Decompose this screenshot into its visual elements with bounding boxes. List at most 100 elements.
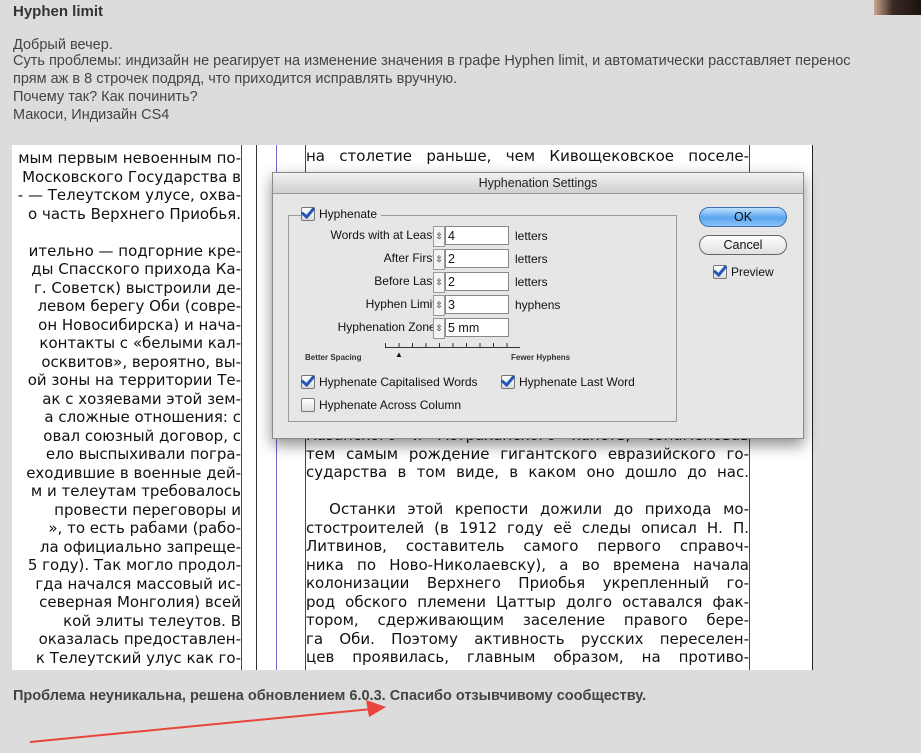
- unit-label: hyphens: [515, 298, 561, 312]
- text-line: цев проявилась, главным образом, на прот…: [306, 648, 749, 666]
- hyphenate-last-word-checkbox[interactable]: Hyphenate Last Word: [501, 375, 635, 389]
- checkbox-checked-icon: [713, 265, 727, 279]
- unit-label: letters: [515, 275, 548, 289]
- page-edge: [256, 145, 257, 670]
- hyphenation-settings-dialog: Hyphenation Settings Words with at Least…: [272, 172, 804, 439]
- post-text-line: Почему так? Как починить?: [13, 89, 198, 105]
- text-line: [12, 223, 241, 242]
- unit-label: letters: [515, 252, 548, 266]
- hyphenate-across-column-checkbox[interactable]: Hyphenate Across Column: [301, 398, 461, 412]
- post-title: Hyphen limit: [13, 3, 104, 20]
- text-line-content: », то есть рабами (рабо-: [48, 519, 241, 537]
- text-line-content: овал союзный договор, с: [43, 426, 241, 445]
- text-line: еходившие в военные дей-: [12, 464, 241, 483]
- text-line: на столетие раньше, чем Кивощековское по…: [306, 147, 749, 165]
- text-line-content: к Телеутский улус как го-: [35, 648, 241, 667]
- before-last-field[interactable]: 2: [445, 272, 509, 291]
- text-line: ды Спасского прихода Ка-: [12, 260, 241, 279]
- text-line: 5 году). Так могло продол-: [12, 556, 241, 575]
- text-line-content: еходившие в военные дей-: [26, 463, 241, 482]
- text-line: тем самым рождение гигантского евразийск…: [306, 444, 749, 463]
- row-label: Words with at Least:: [330, 228, 440, 242]
- stepper-arrows-icon[interactable]: ⇳: [433, 318, 445, 339]
- checkbox-checked-icon: [301, 207, 315, 221]
- cancel-button[interactable]: Cancel: [699, 235, 787, 255]
- text-line-content: контакты с «белыми кал-: [39, 334, 241, 352]
- text-line-content: ак с хозяевами этой зем-: [42, 389, 241, 408]
- stepper-arrows-icon[interactable]: ⇳: [433, 226, 445, 247]
- text-line: Останки этой крепости дожили до прихода …: [306, 500, 749, 518]
- ok-button[interactable]: OK: [699, 207, 787, 227]
- text-line: ой зоны на территории Те-: [12, 371, 241, 390]
- text-line: стостроителей (в 1912 году её следы опис…: [306, 518, 749, 537]
- text-line-content: ело выспыхивали погра-: [45, 445, 241, 463]
- text-line-content: ды Спасского прихода Ка-: [31, 260, 241, 278]
- spacing-slider-track[interactable]: [385, 343, 520, 348]
- text-line: м и телеутам требовалось: [12, 482, 241, 501]
- hyphenation-zone-field[interactable]: 5 mm: [445, 318, 509, 337]
- text-line: тором, сдерживающим заселение правого бе…: [306, 611, 749, 629]
- text-line-content: г. Советск) выстроили де-: [33, 278, 241, 297]
- text-line: мым первым невоенным по-: [12, 149, 241, 168]
- text-line: ительно — подгорние кре-: [12, 242, 241, 261]
- text-line: осквитов», вероятно, вы-: [12, 353, 241, 372]
- checkbox-checked-icon: [501, 375, 515, 389]
- text-line: левом берегу Оби (совре-: [12, 297, 241, 316]
- red-arrow-annotation: [29, 700, 386, 743]
- words-with-at-least-field[interactable]: 4: [445, 226, 509, 245]
- text-line: ак с хозяевами этой зем-: [12, 390, 241, 409]
- left-text-column: мым первым невоенным по- Московского Госу…: [12, 149, 241, 667]
- text-line-content: ительно — подгорние кре-: [28, 241, 241, 260]
- text-line-content: кой элиты телеутов. В: [63, 611, 241, 630]
- text-line: ело выспыхивали погра-: [12, 445, 241, 464]
- stepper-arrows-icon[interactable]: ⇳: [433, 272, 445, 293]
- checkbox-label: Hyphenate Across Column: [319, 398, 462, 412]
- text-line-content: - — Телеутском улусе, охва-: [17, 186, 241, 204]
- checkbox-label: Hyphenate: [319, 207, 378, 221]
- text-line-content: Московского Государства в: [22, 167, 241, 186]
- text-line-content: северная Монголия) всей: [39, 593, 241, 611]
- row-label: After First:: [383, 251, 439, 265]
- preview-checkbox[interactable]: Preview: [713, 265, 774, 279]
- text-line: га Оби. Поэтому активность русских перес…: [306, 629, 749, 648]
- text-line: провести переговоры и: [12, 501, 241, 520]
- text-line-content: мым первым невоенным по-: [18, 149, 241, 167]
- hyphenate-capitalised-checkbox[interactable]: Hyphenate Capitalised Words: [301, 375, 478, 389]
- slider-thumb-icon[interactable]: ▲: [395, 350, 403, 359]
- checkbox-label: Preview: [731, 265, 774, 279]
- slider-left-label: Better Spacing: [305, 353, 362, 362]
- hyphenate-checkbox[interactable]: Hyphenate: [301, 207, 382, 221]
- text-line: к Телеутский улус как го-: [12, 649, 241, 668]
- text-line-content: осквитов», вероятно, вы-: [41, 352, 241, 371]
- text-line: сударства в том виде, в каком оно дошло …: [306, 463, 749, 481]
- text-line: северная Монголия) всей: [12, 593, 241, 612]
- stepper-arrows-icon[interactable]: ⇳: [433, 249, 445, 270]
- text-line: оказалась предоставлен-: [12, 630, 241, 649]
- post-text-line: Макоси, Индизайн CS4: [13, 107, 170, 123]
- hyphen-limit-field[interactable]: 3: [445, 295, 509, 314]
- unit-label: letters: [515, 229, 548, 243]
- checkbox-unchecked-icon: [301, 398, 315, 412]
- hyphenate-group: Words with at Least: ⇳ 4 letters After F…: [288, 215, 677, 422]
- checkbox-checked-icon: [301, 375, 315, 389]
- text-line-content: м и телеутам требовалось: [30, 482, 241, 500]
- checkbox-label: Hyphenate Capitalised Words: [319, 375, 478, 389]
- text-line-content: ой зоны на территории Те-: [27, 371, 241, 389]
- stepper-arrows-icon[interactable]: ⇳: [433, 295, 445, 316]
- arrow-head: [366, 700, 386, 717]
- text-line: о часть Верхнего Приобья.: [12, 205, 241, 224]
- slider-right-label: Fewer Hyphens: [511, 353, 571, 362]
- text-line: - — Телеутском улусе, охва-: [12, 186, 241, 205]
- text-line: ла официально запреще-: [12, 538, 241, 557]
- text-line-content: ла официально запреще-: [39, 537, 241, 556]
- text-line-content: он Новосибирска) и нача-: [38, 315, 241, 334]
- text-line-content: левом берегу Оби (совре-: [37, 297, 241, 315]
- text-line-content: провести переговоры и: [54, 500, 241, 519]
- text-line-content: а сложные отношения: с: [44, 408, 241, 426]
- text-line: Литвинов, составитель самого первого спр…: [306, 537, 749, 555]
- text-line-content: 5 году). Так могло продол-: [27, 556, 241, 574]
- text-line-content: оказалась предоставлен-: [38, 630, 241, 648]
- after-first-field[interactable]: 2: [445, 249, 509, 268]
- column-guide: [241, 145, 242, 670]
- text-line: колонизации Верхнего Приобья укрепленный…: [306, 574, 749, 592]
